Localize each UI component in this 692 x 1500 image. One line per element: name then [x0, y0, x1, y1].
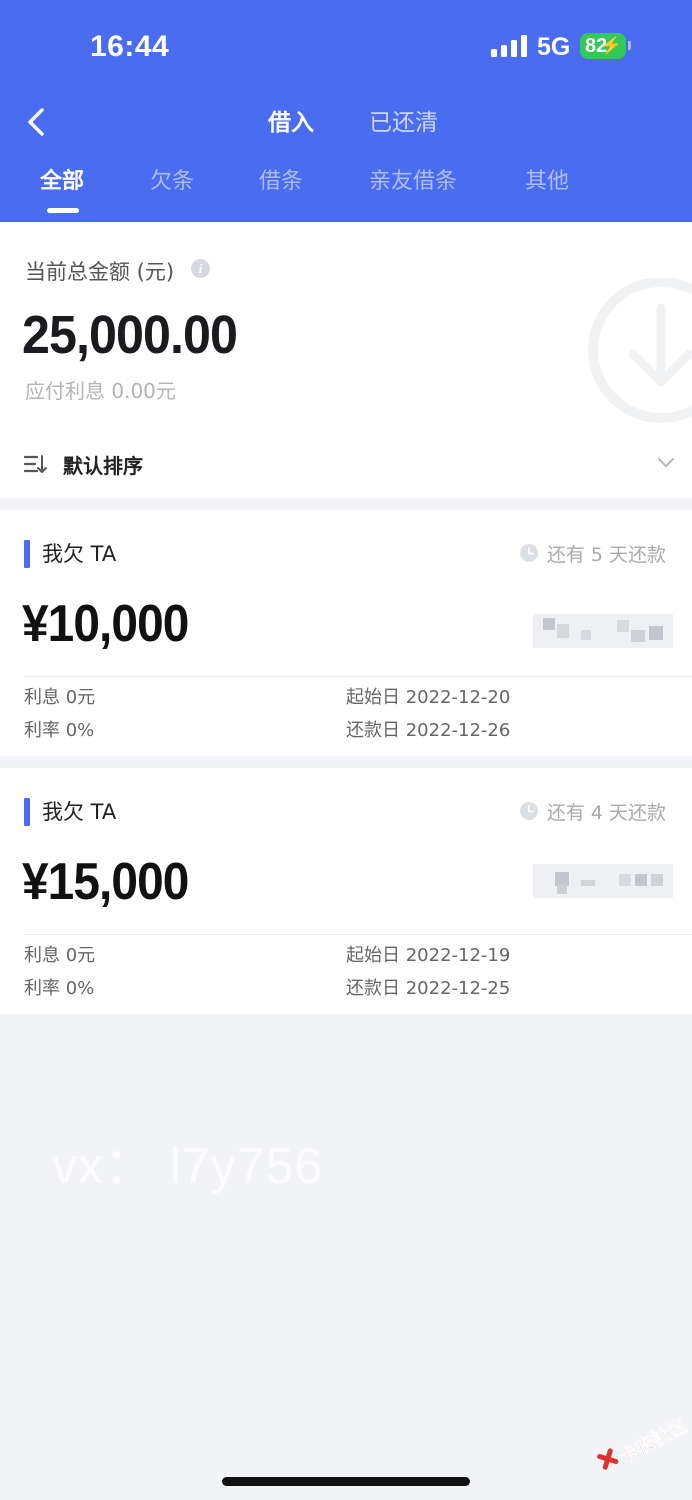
sort-dropdown[interactable]: 默认排序	[63, 450, 143, 479]
svg-text:卡农社区: 卡农社区	[614, 1416, 688, 1469]
sub-tab-other[interactable]: 其他	[525, 165, 569, 199]
debt-start-date: 起始日 2022-12-19	[346, 945, 511, 966]
card-accent-bar	[24, 798, 30, 826]
tab-borrowed[interactable]: 借入	[268, 107, 314, 139]
home-indicator[interactable]	[222, 1477, 470, 1486]
clock-icon	[520, 544, 538, 562]
due-countdown: 还有 5 天还款	[546, 544, 666, 566]
sort-icon[interactable]	[24, 454, 48, 474]
sub-tab-all[interactable]: 全部	[40, 165, 84, 199]
debt-interest: 利息 0元	[24, 687, 96, 708]
arrow-down-circle-icon	[588, 278, 692, 423]
debt-interest: 利息 0元	[24, 945, 96, 966]
status-bar: 16:44 5G 82 ⚡	[0, 0, 692, 90]
active-tab-indicator	[47, 208, 79, 213]
summary-card: 当前总金额 (元) i 25,000.00 应付利息 0.00元 默认排序	[0, 222, 692, 498]
debt-start-date: 起始日 2022-12-20	[346, 687, 511, 708]
card-accent-bar	[24, 540, 30, 568]
blurred-lender-name	[533, 614, 673, 648]
info-icon[interactable]: i	[191, 259, 210, 278]
debt-amount: ¥15,000	[22, 853, 189, 911]
header: 16:44 5G 82 ⚡ 借入 已还清 全部 欠条 借条 亲友借条 其他	[0, 0, 692, 222]
total-amount: 25,000.00	[22, 305, 238, 365]
debt-repay-date: 还款日 2022-12-25	[346, 978, 511, 999]
chevron-left-icon[interactable]	[22, 106, 50, 138]
tab-paid-off[interactable]: 已还清	[369, 107, 438, 139]
battery-icon: 82 ⚡	[580, 33, 626, 59]
signal-icon	[491, 35, 527, 57]
status-time: 16:44	[90, 30, 170, 63]
network-type: 5G	[537, 33, 571, 61]
blurred-lender-name	[533, 864, 673, 898]
debt-rate: 利率 0%	[24, 720, 95, 741]
sub-tab-family-loan[interactable]: 亲友借条	[369, 165, 457, 199]
debt-repay-date: 还款日 2022-12-26	[346, 720, 511, 741]
community-logo: 卡农社区	[597, 1416, 688, 1470]
clock-icon	[520, 802, 538, 820]
debt-rate: 利率 0%	[24, 978, 95, 999]
debt-amount: ¥10,000	[22, 595, 189, 653]
chevron-down-icon[interactable]	[656, 456, 676, 470]
debt-card[interactable]: 我欠 TA 还有 5 天还款 ¥10,000 利息 0元 利率 0% 起始日 2…	[0, 510, 692, 756]
debt-card[interactable]: 我欠 TA 还有 4 天还款 ¥15,000 利息 0元 利率 0% 起始日 2…	[0, 768, 692, 1014]
sub-tab-loan-note[interactable]: 借条	[259, 165, 303, 199]
debt-title: 我欠 TA	[42, 800, 117, 824]
sub-tab-iou[interactable]: 欠条	[150, 165, 194, 199]
watermark-text: vx： l7y756	[52, 1138, 324, 1194]
due-countdown: 还有 4 天还款	[546, 802, 666, 824]
payable-interest: 应付利息 0.00元	[25, 379, 176, 403]
debt-title: 我欠 TA	[42, 542, 117, 566]
total-amount-label: 当前总金额 (元)	[25, 260, 175, 284]
